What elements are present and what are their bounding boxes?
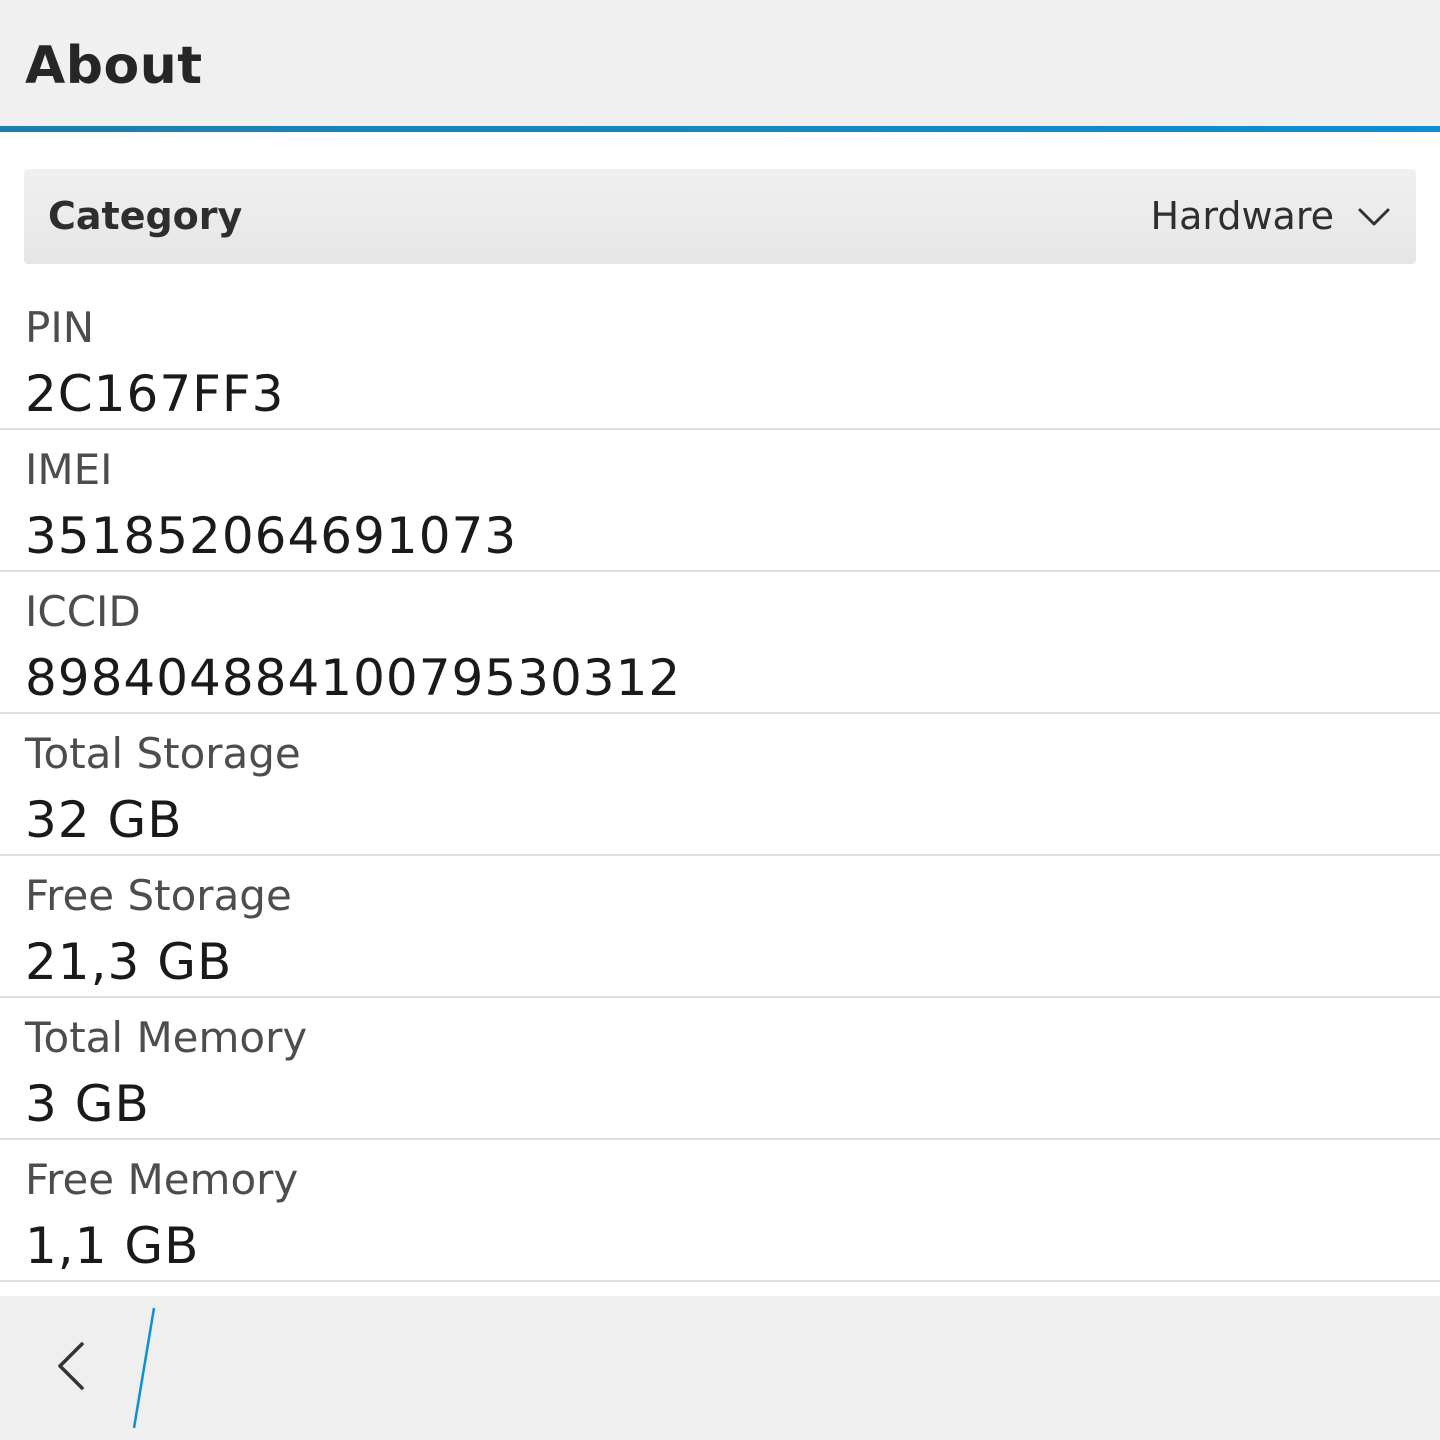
category-dropdown[interactable]: Category Hardware xyxy=(24,169,1416,264)
category-selected-value: Hardware xyxy=(1150,194,1334,238)
list-item-total-memory: Total Memory 3 GB xyxy=(0,998,1440,1140)
list-item-total-storage: Total Storage 32 GB xyxy=(0,714,1440,856)
action-bar xyxy=(0,1296,1440,1440)
back-arrow-icon xyxy=(58,1342,84,1390)
list-item-value: 2C167FF3 xyxy=(25,365,285,423)
list-item-label: Free Memory xyxy=(25,1155,299,1204)
list-item-label: IMEI xyxy=(25,445,113,494)
title-bar: About xyxy=(0,0,1440,126)
list-item-label: PIN xyxy=(25,303,95,352)
chevron-down-icon xyxy=(1358,208,1390,226)
category-label: Category xyxy=(48,194,243,238)
list-item-label: Free Storage xyxy=(25,871,292,920)
divider xyxy=(0,1280,1440,1282)
list-item-pin: PIN 2C167FF3 xyxy=(0,288,1440,430)
list-item-free-memory: Free Memory 1,1 GB xyxy=(0,1140,1440,1282)
list-item-value: 89840488410079530312 xyxy=(25,649,682,707)
list-item-value: 21,3 GB xyxy=(25,933,233,991)
list-item-value: 32 GB xyxy=(25,791,183,849)
list-item-value: 3 GB xyxy=(25,1075,150,1133)
list-item-label: Total Storage xyxy=(25,729,301,778)
list-item-label: Total Memory xyxy=(25,1013,308,1062)
info-list: PIN 2C167FF3 IMEI 351852064691073 ICCID … xyxy=(0,288,1440,1282)
list-item-label: ICCID xyxy=(25,587,141,636)
back-separator xyxy=(132,1307,156,1429)
title-accent-line xyxy=(0,126,1440,132)
list-item-value: 351852064691073 xyxy=(25,507,518,565)
list-item-imei: IMEI 351852064691073 xyxy=(0,430,1440,572)
page-title: About xyxy=(25,36,203,96)
list-item-value: 1,1 GB xyxy=(25,1217,200,1275)
list-item-iccid: ICCID 89840488410079530312 xyxy=(0,572,1440,714)
back-button[interactable] xyxy=(36,1328,112,1404)
list-item-free-storage: Free Storage 21,3 GB xyxy=(0,856,1440,998)
about-screen: About Category Hardware PIN 2C167FF3 IME… xyxy=(0,0,1440,1440)
